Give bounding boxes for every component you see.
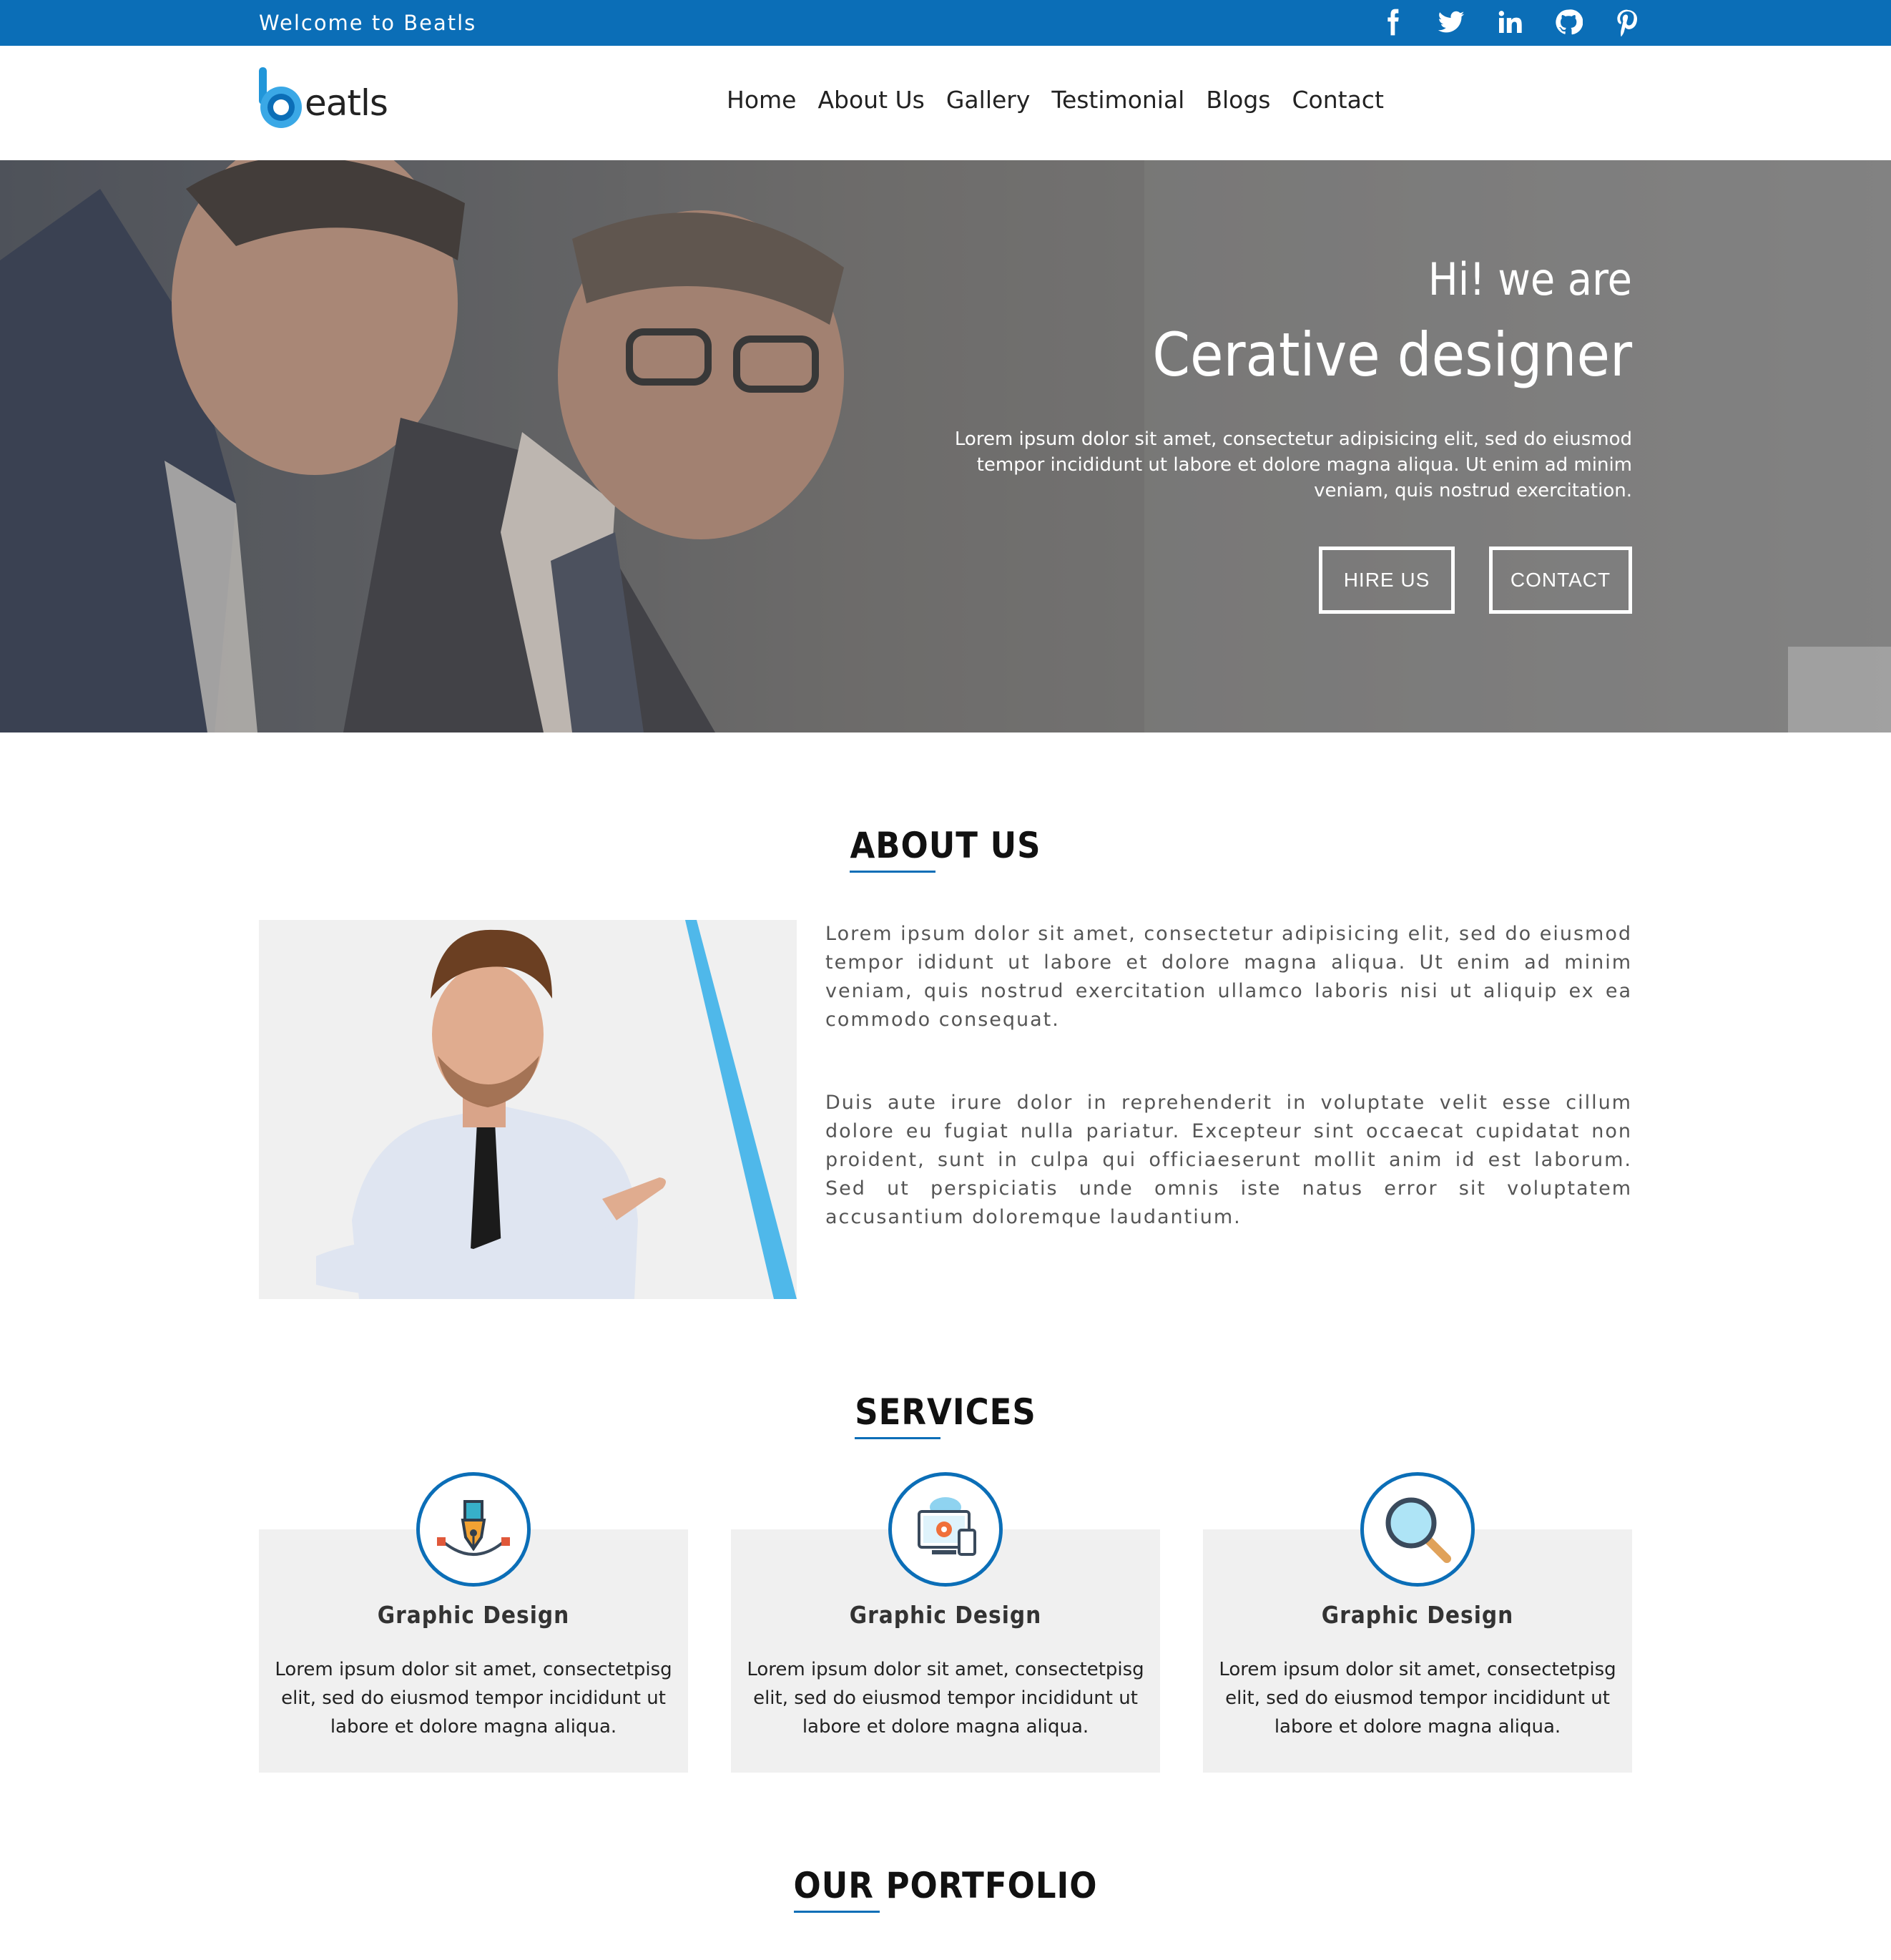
service-title: Graphic Design <box>849 1601 1042 1629</box>
service-description: Lorem ipsum dolor sit amet, consectetpis… <box>275 1659 672 1738</box>
hero-description: Lorem ipsum dolor sit amet, consectetur … <box>954 428 1632 501</box>
nav-home[interactable]: Home <box>727 86 796 114</box>
welcome-text: Welcome to Beatls <box>259 11 477 35</box>
logo[interactable]: eatls <box>257 67 388 133</box>
services-section-title: SERVICES <box>0 1391 1891 1439</box>
logo-b-icon <box>259 67 302 128</box>
title-underline <box>855 1437 941 1439</box>
top-bar: Welcome to Beatls <box>0 0 1891 46</box>
pen-tool-icon <box>437 1500 510 1556</box>
github-icon[interactable] <box>1553 6 1584 38</box>
nav-about-us[interactable]: About Us <box>817 86 924 114</box>
businessman-pointing-image <box>316 920 797 1299</box>
facebook-icon[interactable] <box>1377 6 1408 38</box>
nav-blogs[interactable]: Blogs <box>1206 86 1270 114</box>
about-paragraph-2: Duis aute irure dolor in reprehenderit i… <box>825 1092 1632 1228</box>
service-description: Lorem ipsum dolor sit amet, consectetpis… <box>1219 1659 1616 1738</box>
service-description: Lorem ipsum dolor sit amet, consectetpis… <box>747 1659 1144 1738</box>
about-section-title: ABOUT US <box>0 824 1891 873</box>
logo-text: eatls <box>305 82 388 124</box>
title-underline <box>793 1911 880 1913</box>
twitter-icon[interactable] <box>1435 6 1467 38</box>
devices-settings-icon <box>918 1497 976 1556</box>
service-title: Graphic Design <box>377 1601 570 1629</box>
services-title-text: SERVICES <box>855 1391 1036 1433</box>
service-icon-circle <box>416 1472 531 1587</box>
service-icon-circle <box>888 1472 1003 1587</box>
hero-title: Cerative designer <box>1152 320 1632 390</box>
pinterest-icon[interactable] <box>1611 6 1643 38</box>
main-nav: Home About Us Gallery Testimonial Blogs … <box>727 86 1384 114</box>
title-underline <box>850 871 936 873</box>
nav-testimonial[interactable]: Testimonial <box>1051 86 1184 114</box>
social-links <box>1377 6 1643 39</box>
portfolio-title-text: OUR PORTFOLIO <box>793 1865 1098 1906</box>
service-card[interactable]: Graphic Design Lorem ipsum dolor sit ame… <box>259 1472 688 1773</box>
contact-button[interactable]: CONTACT <box>1489 547 1632 614</box>
hero-banner: Hi! we are Cerative designer Lorem ipsum… <box>0 160 1891 732</box>
hire-us-button[interactable]: HIRE US <box>1319 547 1455 614</box>
about-image <box>259 920 797 1299</box>
site-header: eatls Home About Us Gallery Testimonial … <box>0 46 1891 160</box>
service-title: Graphic Design <box>1321 1601 1514 1629</box>
nav-gallery[interactable]: Gallery <box>946 86 1031 114</box>
portfolio-section-title: OUR PORTFOLIO <box>0 1864 1891 1913</box>
about-title-text: ABOUT US <box>850 825 1041 866</box>
nav-contact[interactable]: Contact <box>1292 86 1384 114</box>
linkedin-icon[interactable] <box>1494 6 1526 38</box>
about-paragraph-1: Lorem ipsum dolor sit amet, consectetur … <box>825 923 1632 1031</box>
magnifier-icon <box>1385 1497 1451 1563</box>
service-icon-circle <box>1360 1472 1475 1587</box>
service-card[interactable]: Graphic Design Lorem ipsum dolor sit ame… <box>731 1472 1160 1773</box>
service-card[interactable]: Graphic Design Lorem ipsum dolor sit ame… <box>1203 1472 1632 1773</box>
hero-greeting: Hi! we are <box>1428 253 1632 305</box>
